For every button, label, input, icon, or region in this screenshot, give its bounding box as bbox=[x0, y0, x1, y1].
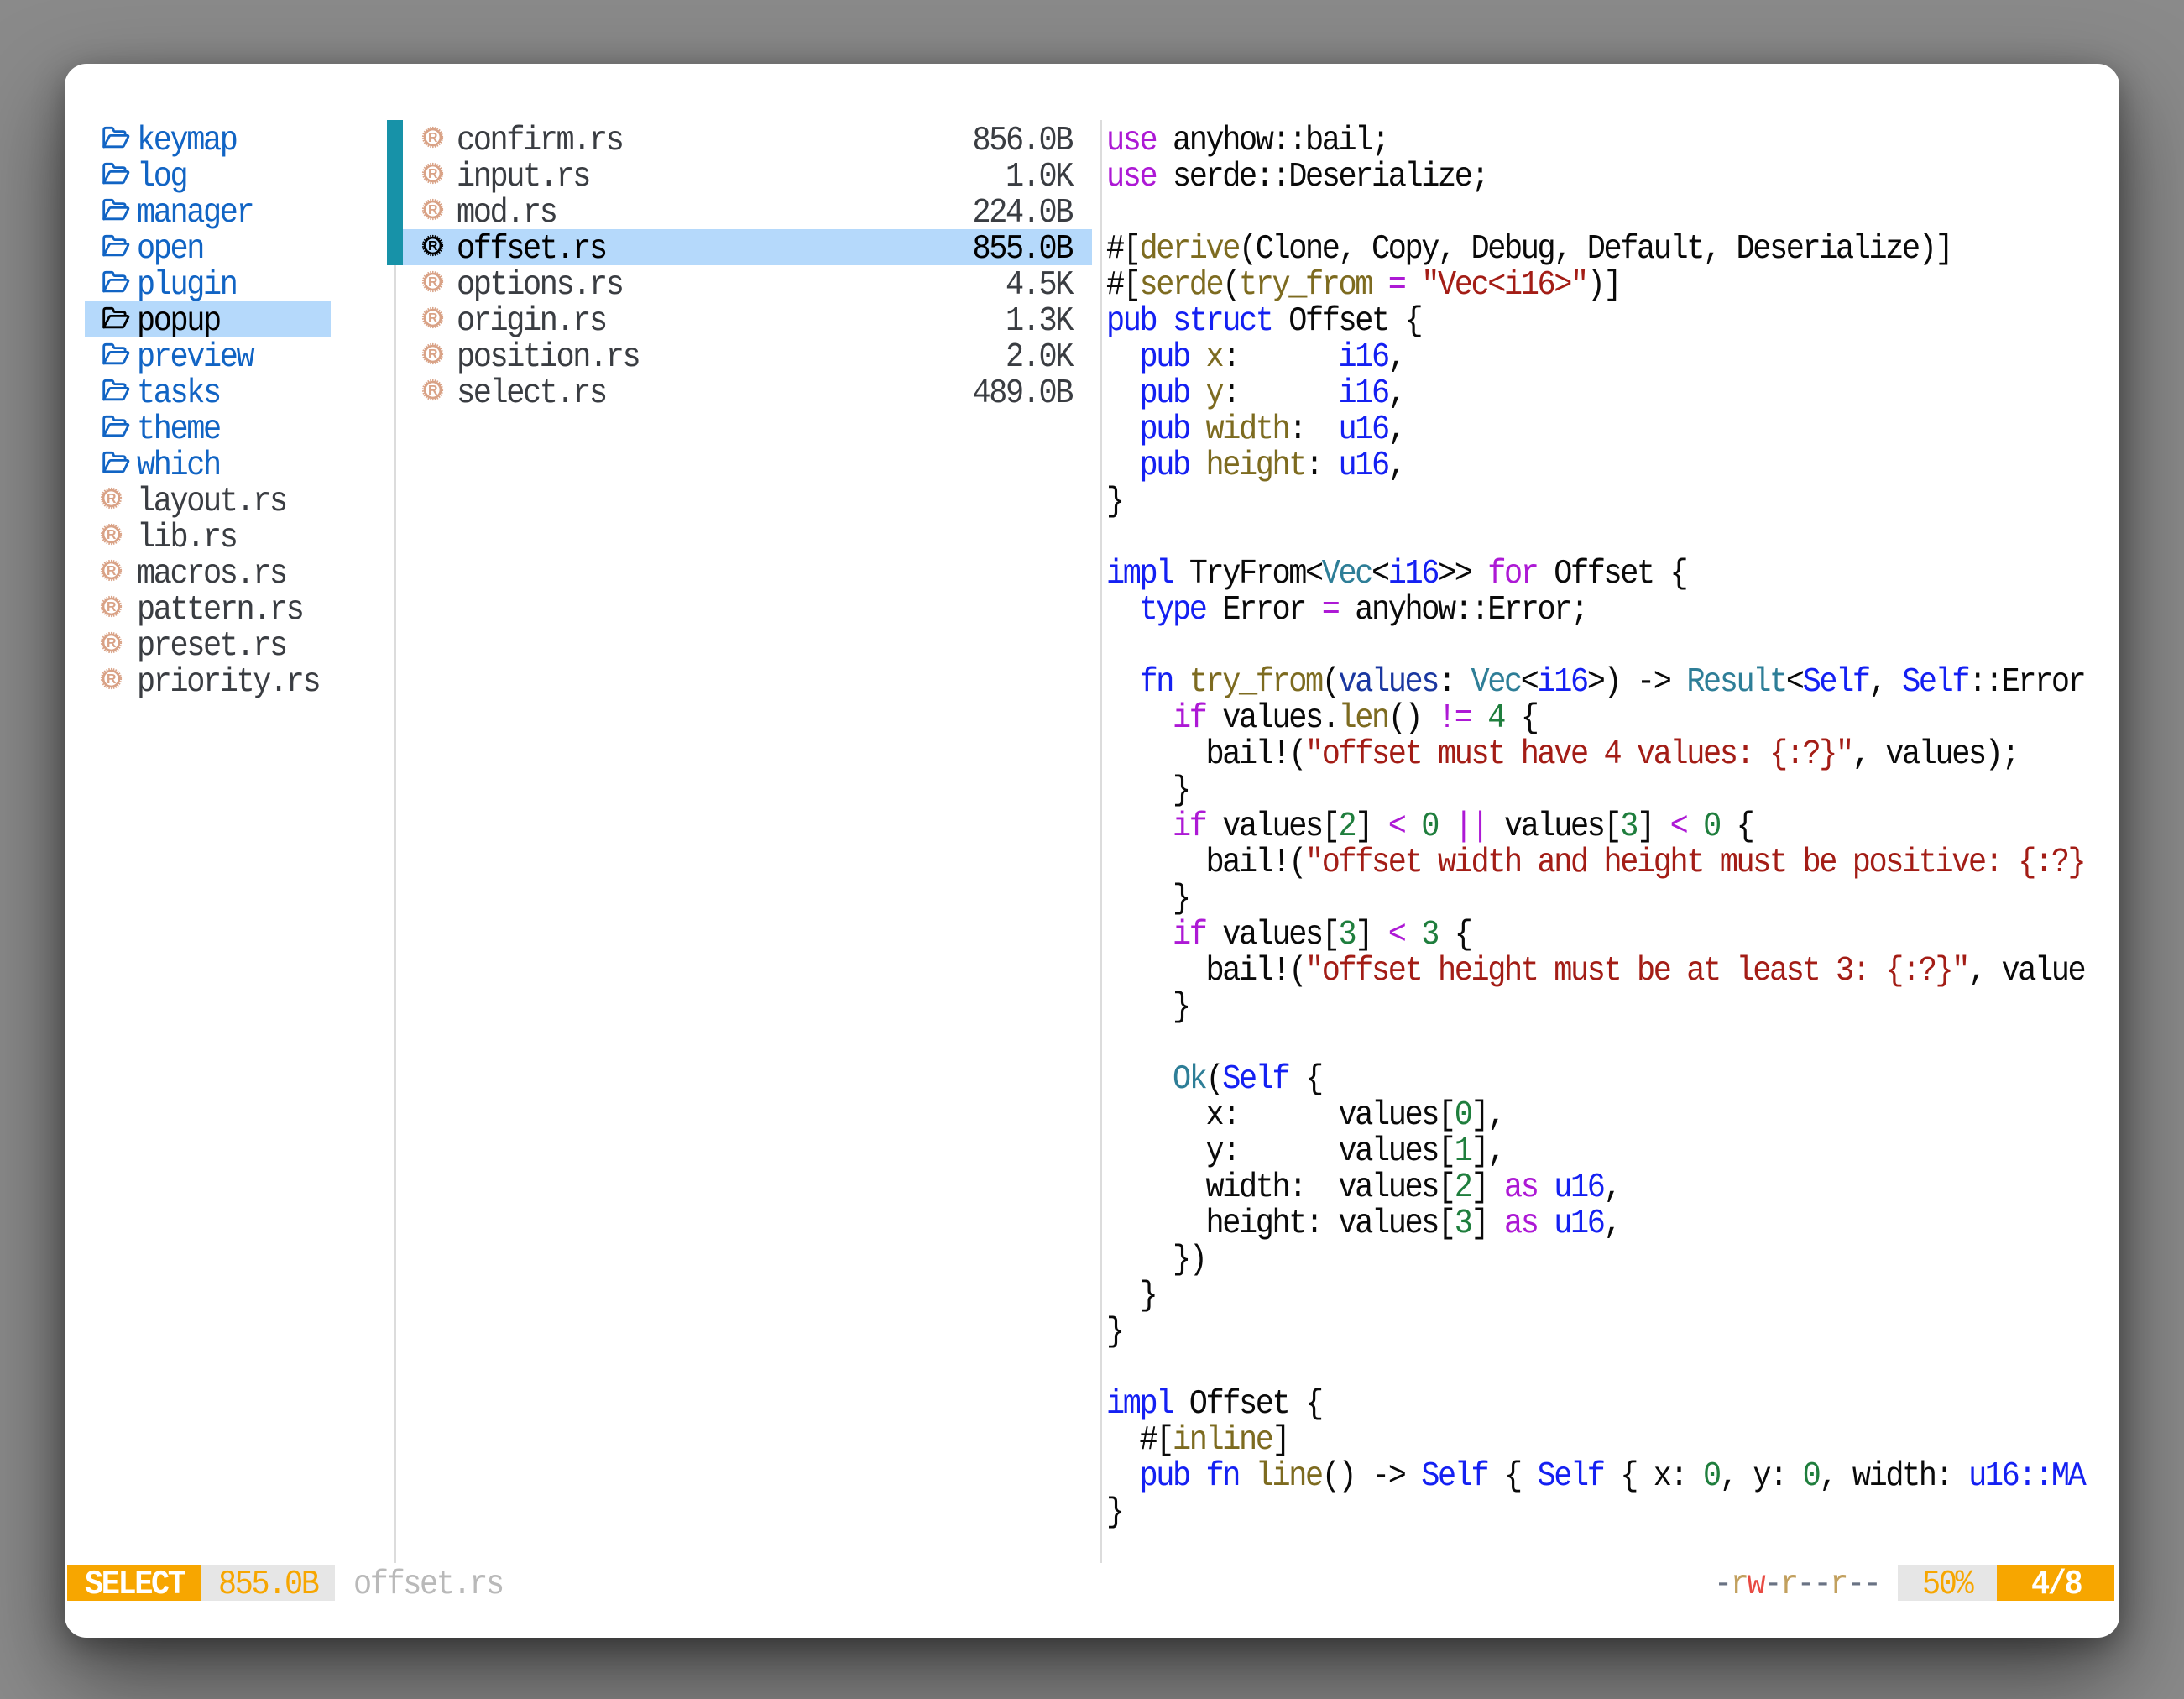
svg-text:R: R bbox=[428, 348, 438, 362]
svg-text:R: R bbox=[428, 131, 438, 145]
svg-text:R: R bbox=[428, 167, 438, 181]
svg-text:R: R bbox=[107, 672, 117, 687]
svg-text:R: R bbox=[107, 528, 117, 542]
svg-text:R: R bbox=[428, 384, 438, 398]
svg-text:R: R bbox=[107, 636, 117, 651]
svg-text:R: R bbox=[107, 564, 117, 578]
svg-text:R: R bbox=[428, 203, 438, 217]
svg-text:R: R bbox=[428, 311, 438, 326]
svg-text:R: R bbox=[428, 239, 438, 254]
svg-text:R: R bbox=[107, 600, 117, 614]
svg-text:R: R bbox=[107, 492, 117, 506]
svg-text:R: R bbox=[428, 275, 438, 290]
